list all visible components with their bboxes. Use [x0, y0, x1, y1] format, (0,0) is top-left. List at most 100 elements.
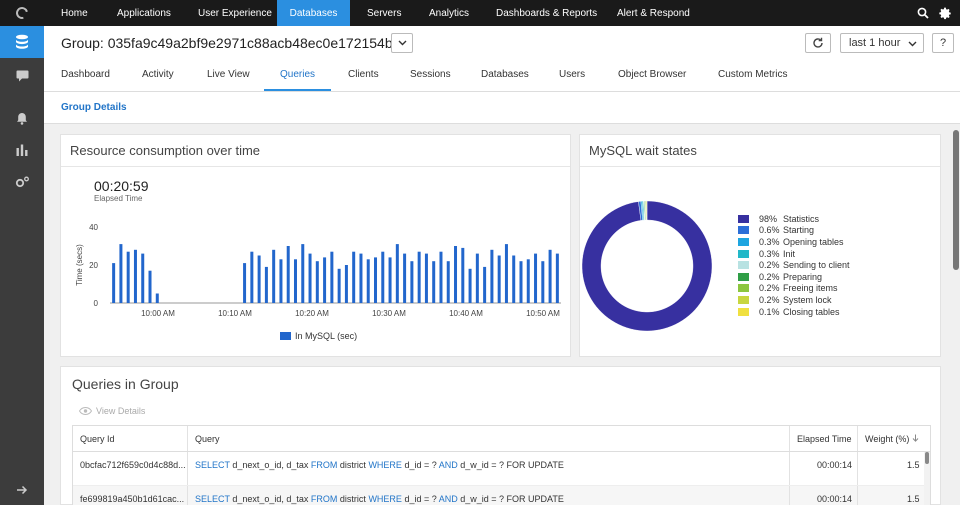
help-button[interactable]: ? [932, 33, 954, 53]
chart-bar[interactable] [374, 257, 378, 303]
chart-bar[interactable] [548, 249, 552, 303]
sidebar-item-messages[interactable] [0, 66, 44, 86]
nav-item-applications[interactable]: Applications [117, 0, 171, 26]
chart-bar[interactable] [112, 263, 116, 303]
chart-bar[interactable] [126, 251, 130, 303]
chart-bar[interactable] [519, 261, 523, 303]
table-row[interactable]: fe699819a450b1d61cac... SELECT d_next_o_i… [73, 486, 930, 505]
chart-bar[interactable] [323, 257, 327, 303]
sidebar-item-databases[interactable] [0, 26, 44, 58]
tab-clients[interactable]: Clients [348, 69, 379, 80]
column-header-query-id[interactable]: Query Id [80, 434, 115, 444]
chart-bar[interactable] [534, 253, 538, 303]
chart-bar[interactable] [133, 249, 137, 303]
gear-icon[interactable] [939, 7, 952, 20]
nav-item-home[interactable]: Home [61, 0, 88, 26]
sidebar-expand[interactable] [0, 482, 44, 498]
page-scrollbar-thumb[interactable] [953, 130, 959, 270]
chart-bar[interactable] [301, 244, 305, 303]
nav-item-user-experience[interactable]: User Experience [198, 0, 272, 26]
chart-bar[interactable] [286, 246, 290, 303]
chart-bar[interactable] [475, 253, 479, 303]
query-id-cell[interactable]: 0bcfac712f659c0d4c88d... [80, 460, 186, 470]
tab-users[interactable]: Users [559, 69, 585, 80]
donut-slice[interactable] [581, 200, 713, 332]
tab-custom-metrics[interactable]: Custom Metrics [718, 69, 787, 80]
chart-bar[interactable] [555, 253, 559, 303]
nav-item-databases[interactable]: Databases [277, 0, 350, 26]
chart-bar[interactable] [315, 261, 319, 303]
chart-bar[interactable] [395, 244, 399, 303]
chart-bar[interactable] [279, 259, 283, 303]
tab-databases[interactable]: Databases [481, 69, 529, 80]
tab-dashboard[interactable]: Dashboard [61, 69, 110, 80]
chart-bar[interactable] [250, 251, 254, 303]
table-scrollbar-thumb[interactable] [925, 452, 929, 464]
chart-bar[interactable] [439, 251, 443, 303]
chart-bar[interactable] [293, 259, 297, 303]
sidebar-item-settings[interactable] [0, 172, 44, 192]
chart-bar[interactable] [119, 244, 123, 303]
chart-bar[interactable] [454, 246, 458, 303]
chart-bar[interactable] [381, 251, 385, 303]
chart-bar[interactable] [512, 255, 516, 304]
tab-live-view[interactable]: Live View [207, 69, 250, 80]
sidebar-item-reports[interactable] [0, 140, 44, 160]
table-scrollbar[interactable] [924, 452, 930, 505]
column-header-weight[interactable]: Weight (%) [865, 434, 919, 444]
chart-bar[interactable] [359, 253, 363, 303]
tab-activity[interactable]: Activity [142, 69, 174, 80]
query-text-cell[interactable]: SELECT d_next_o_id, d_tax FROM district … [195, 460, 564, 470]
chart-bar[interactable] [446, 261, 450, 303]
sidebar-item-alerts[interactable] [0, 108, 44, 128]
time-range-select[interactable]: last 1 hour [840, 33, 924, 53]
group-dropdown-button[interactable] [391, 33, 413, 53]
chart-bar[interactable] [541, 261, 545, 303]
column-header-elapsed-time[interactable]: Elapsed Time [797, 434, 852, 444]
chart-bar[interactable] [410, 261, 414, 303]
chart-bar[interactable] [272, 249, 276, 303]
chart-bar[interactable] [257, 255, 261, 304]
chart-bar[interactable] [366, 259, 370, 303]
logo[interactable] [0, 0, 44, 26]
chart-bar[interactable] [330, 251, 334, 303]
chart-bar[interactable] [243, 263, 247, 303]
chart-bar[interactable] [264, 266, 268, 303]
query-text-cell[interactable]: SELECT d_next_o_id, d_tax FROM district … [195, 494, 564, 504]
chart-bar[interactable] [352, 251, 356, 303]
page-scrollbar[interactable] [952, 124, 960, 505]
chart-bar[interactable] [155, 293, 159, 304]
nav-item-servers[interactable]: Servers [367, 0, 401, 26]
chart-bar[interactable] [308, 253, 312, 303]
chart-bar[interactable] [490, 249, 494, 303]
chart-bar[interactable] [388, 257, 392, 303]
tab-queries[interactable]: Queries [280, 69, 315, 80]
refresh-button[interactable] [805, 33, 831, 53]
chart-bar[interactable] [526, 259, 530, 303]
tab-sessions[interactable]: Sessions [410, 69, 451, 80]
query-id-cell[interactable]: fe699819a450b1d61cac... [80, 494, 184, 504]
view-details-button[interactable]: View Details [79, 406, 145, 416]
table-row[interactable]: 0bcfac712f659c0d4c88d... SELECT d_next_o_… [73, 452, 930, 486]
chart-bar[interactable] [417, 251, 421, 303]
chart-bar[interactable] [497, 255, 501, 304]
chart-bar[interactable] [344, 265, 348, 303]
nav-item-dashboards-reports[interactable]: Dashboards & Reports [496, 0, 597, 26]
chart-bar[interactable] [461, 247, 465, 303]
chart-bar[interactable] [337, 268, 341, 303]
chart-bar[interactable] [141, 253, 145, 303]
nav-item-alert-respond[interactable]: Alert & Respond [617, 0, 690, 26]
sort-down-icon [912, 434, 919, 442]
group-details-link[interactable]: Group Details [61, 102, 127, 113]
chart-bar[interactable] [468, 268, 472, 303]
chart-bar[interactable] [424, 253, 428, 303]
column-header-query[interactable]: Query [195, 434, 220, 444]
chart-bar[interactable] [403, 253, 407, 303]
nav-item-analytics[interactable]: Analytics [429, 0, 469, 26]
search-icon[interactable] [917, 7, 929, 19]
chart-bar[interactable] [148, 270, 152, 303]
chart-bar[interactable] [504, 244, 508, 303]
tab-object-browser[interactable]: Object Browser [618, 69, 686, 80]
chart-bar[interactable] [432, 261, 436, 303]
chart-bar[interactable] [483, 266, 487, 303]
